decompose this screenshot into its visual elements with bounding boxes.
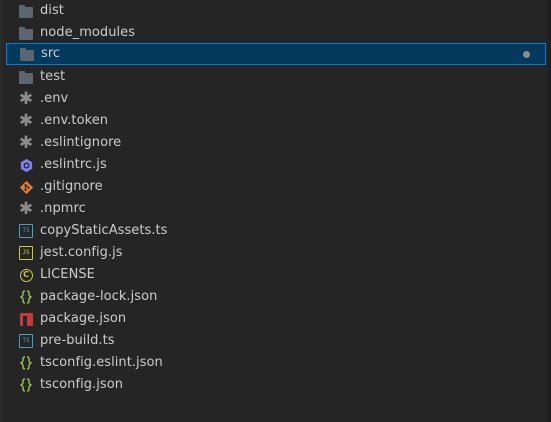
typescript-icon: TS xyxy=(18,333,34,349)
file-explorer: dist node_modules src test ✱ .env ✱ .env… xyxy=(0,0,551,422)
tree-item-jest-config[interactable]: JS jest.config.js xyxy=(0,242,547,264)
tree-item-dist[interactable]: dist xyxy=(0,0,547,22)
asterisk-icon: ✱ xyxy=(18,111,34,131)
tree-item-env[interactable]: ✱ .env xyxy=(0,88,547,110)
tree-item-tsconfig[interactable]: tsconfig.json xyxy=(0,374,547,396)
modified-indicator-icon xyxy=(523,51,530,58)
tree-item-eslintignore[interactable]: ✱ .eslintignore xyxy=(0,132,547,154)
tree-item-package-json[interactable]: package.json xyxy=(0,308,547,330)
npm-icon xyxy=(18,311,34,327)
folder-icon xyxy=(18,3,34,19)
tree-item-copystaticassets[interactable]: TS copyStaticAssets.ts xyxy=(0,220,547,242)
tree-item-label: test xyxy=(40,69,66,84)
tree-item-label: node_modules xyxy=(40,25,136,40)
tree-item-test[interactable]: test xyxy=(0,66,547,88)
tree-item-label: package.json xyxy=(40,311,127,326)
tree-item-pre-build[interactable]: TS pre-build.ts xyxy=(0,330,547,352)
tree-item-node-modules[interactable]: node_modules xyxy=(0,22,547,44)
tree-item-eslintrc[interactable]: .eslintrc.js xyxy=(0,154,547,176)
tree-item-label: pre-build.ts xyxy=(40,333,115,348)
tree-item-label: dist xyxy=(40,3,64,18)
tree-item-label: tsconfig.eslint.json xyxy=(40,355,163,370)
javascript-icon: JS xyxy=(18,245,34,261)
tree-item-gitignore[interactable]: .gitignore xyxy=(0,176,547,198)
license-icon: C xyxy=(18,267,34,283)
tree-item-npmrc[interactable]: ✱ .npmrc xyxy=(0,198,547,220)
tree-item-license[interactable]: C LICENSE xyxy=(0,264,547,286)
json-icon xyxy=(18,355,34,371)
typescript-icon: TS xyxy=(18,223,34,239)
tree-item-label: src xyxy=(41,46,61,61)
scrollbar-track[interactable] xyxy=(548,0,550,422)
git-icon xyxy=(18,179,34,195)
tree-item-package-lock[interactable]: package-lock.json xyxy=(0,286,547,308)
tree-item-label: .eslintrc.js xyxy=(40,157,107,172)
tree-item-src[interactable]: src xyxy=(6,43,546,65)
tree-item-label: jest.config.js xyxy=(40,245,123,260)
folder-icon xyxy=(18,25,34,41)
tree-item-label: .eslintignore xyxy=(40,135,122,150)
eslint-icon xyxy=(18,157,34,173)
tree-item-label: package-lock.json xyxy=(40,289,158,304)
asterisk-icon: ✱ xyxy=(18,133,34,153)
tree-item-label: tsconfig.json xyxy=(40,377,124,392)
tree-item-env-token[interactable]: ✱ .env.token xyxy=(0,110,547,132)
tree-item-label: .gitignore xyxy=(40,179,103,194)
json-icon xyxy=(18,289,34,305)
tree-item-label: .env xyxy=(40,91,69,106)
tree-item-tsconfig-eslint[interactable]: tsconfig.eslint.json xyxy=(0,352,547,374)
asterisk-icon: ✱ xyxy=(18,89,34,109)
folder-icon xyxy=(19,46,35,62)
folder-icon xyxy=(18,69,34,85)
json-icon xyxy=(18,377,34,393)
tree-item-label: LICENSE xyxy=(40,267,95,282)
asterisk-icon: ✱ xyxy=(18,199,34,219)
tree-item-label: .npmrc xyxy=(40,201,86,216)
tree-item-label: .env.token xyxy=(40,113,109,128)
tree-item-label: copyStaticAssets.ts xyxy=(40,223,168,238)
